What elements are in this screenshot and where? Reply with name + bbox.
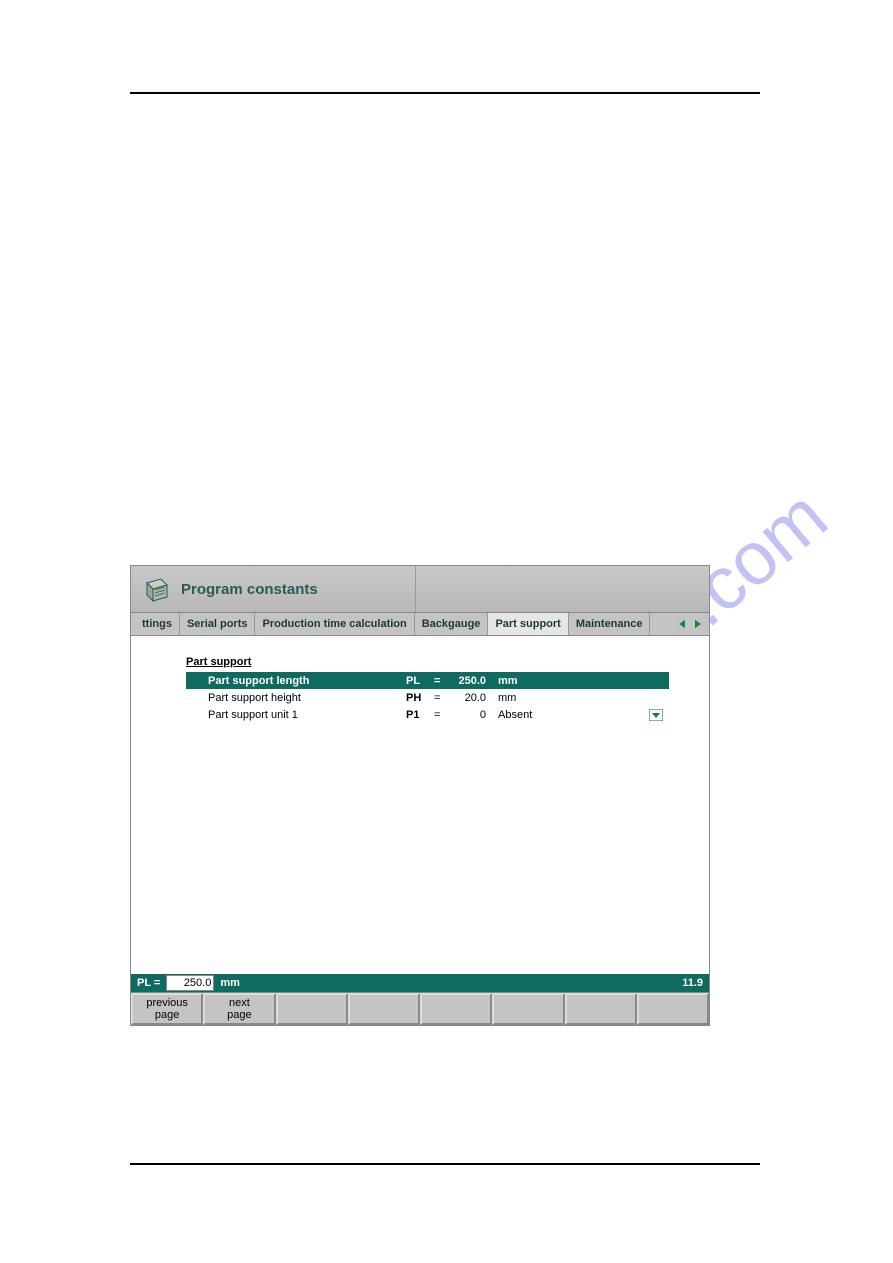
- field-unit: mm: [490, 675, 548, 687]
- app-window: Program constants ttings Serial ports Pr…: [130, 565, 710, 1026]
- page-rule-top: [130, 92, 760, 94]
- fkey-empty-6: [492, 993, 564, 1025]
- field-value: 250.0: [446, 675, 490, 687]
- function-key-row: previous page next page: [131, 992, 709, 1025]
- tab-strip: ttings Serial ports Production time calc…: [131, 613, 709, 636]
- equals: =: [434, 692, 446, 704]
- tab-label: ttings: [142, 618, 172, 630]
- tab-label: Production time calculation: [262, 618, 406, 630]
- tab-nav: [671, 617, 709, 631]
- status-value-input[interactable]: [166, 975, 214, 991]
- tab-settings-partial[interactable]: ttings: [135, 613, 180, 635]
- status-index: 11.9: [682, 977, 703, 989]
- titlebar: Program constants: [131, 566, 709, 613]
- status-code: PL =: [137, 977, 160, 989]
- page-title: Program constants: [181, 581, 318, 598]
- previous-page-button[interactable]: previous page: [131, 993, 203, 1025]
- field-code: PH: [406, 692, 434, 704]
- titlebar-right: [416, 566, 709, 612]
- button-label: next page: [227, 997, 251, 1021]
- fkey-empty-3: [276, 993, 348, 1025]
- field-label: Part support height: [208, 692, 406, 704]
- tab-label: Part support: [495, 618, 560, 630]
- field-part-support-unit-1[interactable]: Part support unit 1 P1 = 0 Absent: [186, 706, 669, 723]
- tab-part-support[interactable]: Part support: [488, 613, 568, 635]
- fkey-empty-4: [348, 993, 420, 1025]
- fkey-empty-8: [637, 993, 709, 1025]
- tab-maintenance[interactable]: Maintenance: [569, 613, 651, 635]
- tab-label: Backgauge: [422, 618, 481, 630]
- dropdown-icon[interactable]: [649, 709, 663, 721]
- tab-serial-ports[interactable]: Serial ports: [180, 613, 256, 635]
- field-unit: mm: [490, 692, 548, 704]
- button-label: previous page: [146, 997, 188, 1021]
- field-value: 0: [446, 709, 490, 721]
- field-code: P1: [406, 709, 434, 721]
- equals: =: [434, 675, 446, 687]
- field-part-support-height[interactable]: Part support height PH = 20.0 mm: [186, 689, 669, 706]
- section-heading: Part support: [186, 656, 669, 668]
- tab-label: Serial ports: [187, 618, 248, 630]
- fkey-empty-7: [565, 993, 637, 1025]
- field-label: Part support unit 1: [208, 709, 406, 721]
- status-bar: PL = mm 11.9: [131, 974, 709, 992]
- app-icon: [143, 575, 171, 603]
- field-unit: Absent: [490, 709, 548, 721]
- tab-production-time[interactable]: Production time calculation: [255, 613, 414, 635]
- equals: =: [434, 709, 446, 721]
- tab-label: Maintenance: [576, 618, 643, 630]
- status-unit: mm: [220, 977, 240, 989]
- field-code: PL: [406, 675, 434, 687]
- tab-scroll-right-icon[interactable]: [691, 617, 705, 631]
- titlebar-left: Program constants: [131, 566, 416, 612]
- page-rule-bottom: [130, 1163, 760, 1165]
- field-label: Part support length: [208, 675, 406, 687]
- tab-scroll-left-icon[interactable]: [675, 617, 689, 631]
- content-area: Part support Part support length PL = 25…: [131, 636, 709, 974]
- tab-backgauge[interactable]: Backgauge: [415, 613, 489, 635]
- field-value: 20.0: [446, 692, 490, 704]
- fkey-empty-5: [420, 993, 492, 1025]
- next-page-button[interactable]: next page: [203, 993, 275, 1025]
- field-part-support-length[interactable]: Part support length PL = 250.0 mm: [186, 672, 669, 689]
